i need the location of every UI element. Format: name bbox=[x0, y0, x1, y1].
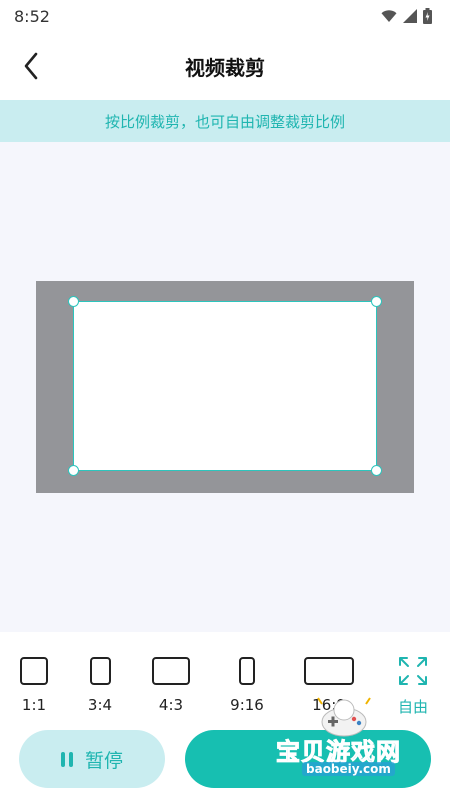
ratio-4-3-icon bbox=[152, 657, 190, 685]
ratio-option-9-16[interactable]: 9:16 bbox=[217, 656, 277, 714]
signal-icon bbox=[403, 9, 417, 23]
status-time: 8:52 bbox=[14, 6, 50, 26]
page-title: 视频裁剪 bbox=[185, 55, 265, 80]
ratio-16-9-icon bbox=[304, 657, 354, 685]
status-icons bbox=[381, 8, 432, 24]
chevron-left-icon bbox=[24, 52, 38, 80]
pause-icon bbox=[60, 751, 73, 767]
crop-handle-top-left[interactable] bbox=[68, 296, 79, 307]
back-button[interactable] bbox=[14, 48, 48, 84]
ratio-1-1-icon bbox=[20, 657, 48, 685]
ratio-label: 4:3 bbox=[158, 696, 184, 714]
ratio-9-16-icon bbox=[239, 657, 255, 685]
ratio-option-4-3[interactable]: 4:3 bbox=[141, 656, 201, 714]
crop-box[interactable] bbox=[68, 296, 382, 476]
crop-handle-bottom-left[interactable] bbox=[68, 465, 79, 476]
status-bar: 8:52 bbox=[0, 0, 450, 32]
expand-arrows-icon bbox=[399, 657, 427, 685]
hint-text: 按比例裁剪，也可自由调整裁剪比例 bbox=[104, 112, 345, 131]
pause-button[interactable]: 暂停 bbox=[19, 730, 165, 788]
ratio-label: 9:16 bbox=[230, 696, 264, 714]
wifi-icon bbox=[381, 10, 397, 22]
watermark: 宝贝游戏网 baobeiy.com bbox=[272, 697, 442, 784]
pause-label: 暂停 bbox=[84, 749, 123, 772]
battery-icon bbox=[423, 8, 432, 24]
crop-handle-bottom-right[interactable] bbox=[371, 465, 382, 476]
header: 视频裁剪 bbox=[0, 32, 450, 100]
ratio-label: 3:4 bbox=[87, 696, 113, 714]
ratio-label: 1:1 bbox=[21, 696, 47, 714]
ratio-option-1-1[interactable]: 1:1 bbox=[4, 656, 64, 714]
video-frame bbox=[36, 281, 414, 493]
ratio-option-3-4[interactable]: 3:4 bbox=[70, 656, 130, 714]
hint-banner: 按比例裁剪，也可自由调整裁剪比例 bbox=[0, 100, 450, 142]
watermark-url: baobeiy.com bbox=[302, 762, 395, 776]
ratio-3-4-icon bbox=[89, 657, 111, 685]
preview-canvas bbox=[0, 142, 450, 632]
crop-handle-top-right[interactable] bbox=[371, 296, 382, 307]
